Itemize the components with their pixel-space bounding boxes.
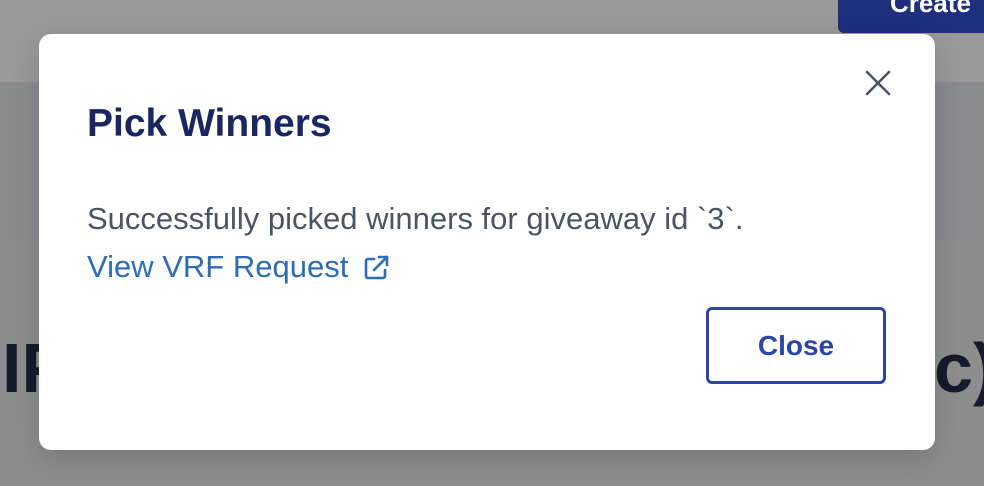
vrf-link-label: View VRF Request [87,249,349,284]
close-button[interactable]: Close [706,307,886,384]
modal-body: Successfully picked winners for giveaway… [87,200,887,286]
view-vrf-request-link[interactable]: View VRF Request [87,248,390,286]
background-create-button: Create [838,0,984,33]
pick-winners-modal: Pick Winners Successfully picked winners… [39,34,935,450]
background-heading-right: c) [934,329,984,407]
success-message: Successfully picked winners for giveaway… [87,201,744,236]
external-link-icon [362,253,390,281]
modal-title: Pick Winners [87,102,332,145]
close-icon[interactable] [862,67,894,99]
